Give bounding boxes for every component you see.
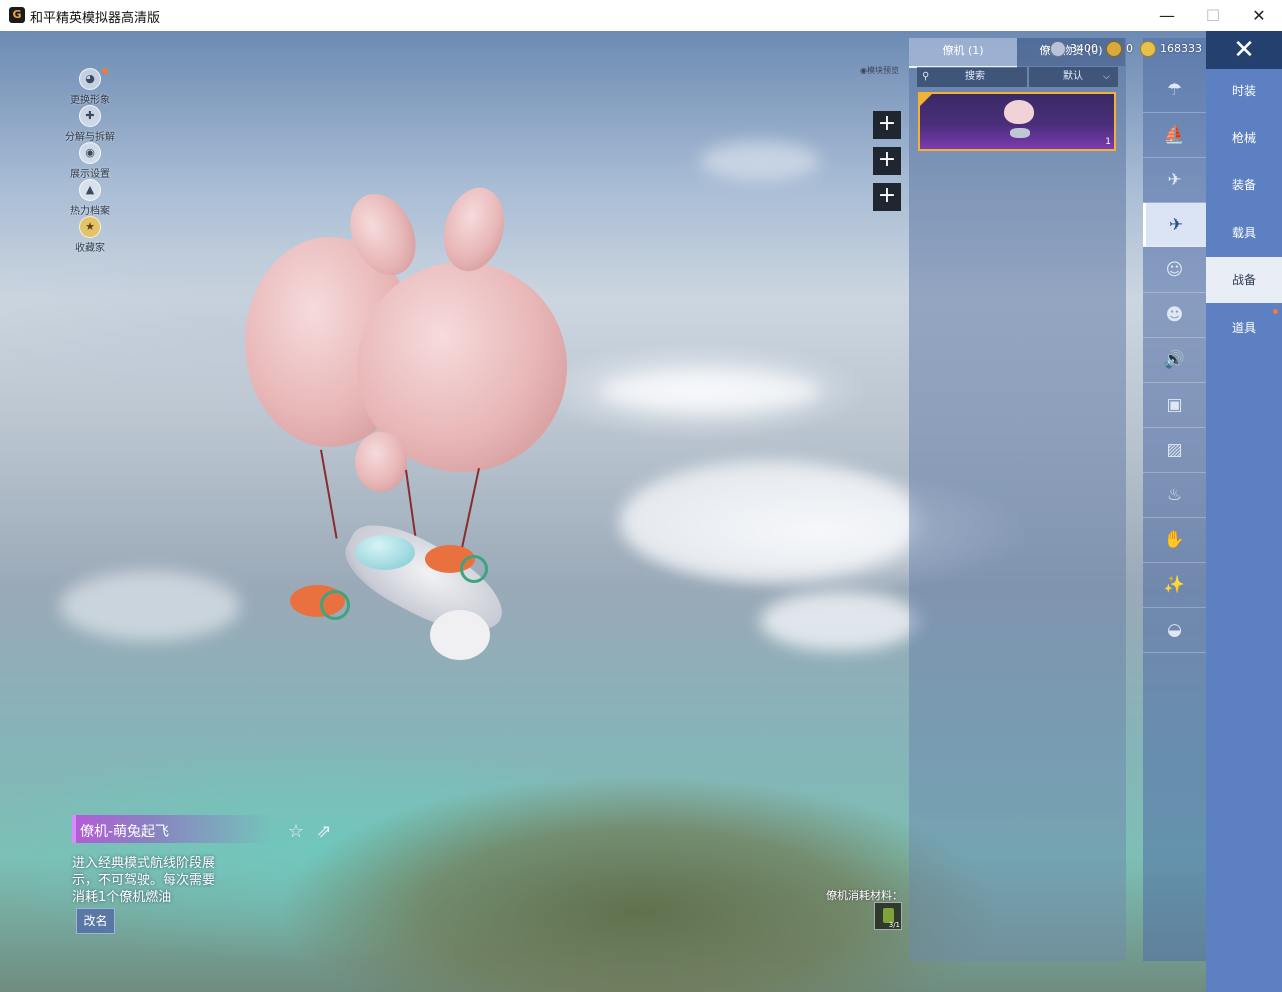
wingman-fuel-item[interactable]: 3/1 [874, 902, 902, 930]
preview-slot-add-button[interactable]: + [873, 183, 901, 211]
maximize-button[interactable]: ☐ [1190, 0, 1236, 31]
notification-dot [1273, 309, 1278, 314]
item-thumbnail [1004, 100, 1034, 124]
flame-icon: ▲ [79, 179, 101, 201]
search-input[interactable]: ⚲ 搜索 [917, 67, 1027, 87]
favorite-star-icon[interactable]: ☆ [285, 821, 307, 843]
chevron-down-icon: ⌵ [1103, 72, 1110, 82]
sort-selected: 默认 [1063, 71, 1083, 82]
gold-badge-icon [1106, 41, 1122, 57]
left-menu-change-avatar[interactable]: ◕ 更换形象 [58, 68, 122, 106]
cloud [700, 141, 820, 181]
close-window-button[interactable]: ✕ [1236, 0, 1282, 31]
currency-bar: 3400 0 168333 [1050, 40, 1206, 58]
fuel-count: 3/1 [888, 921, 900, 929]
item-description: 进入经典模式航线阶段展示，不可驾驶。每次需要消耗1个僚机燃油 [72, 856, 216, 905]
app-icon: G [9, 7, 25, 23]
item-list-panel [909, 38, 1126, 961]
tab-wingman[interactable]: 僚机 (1) [909, 38, 1017, 68]
speaker-icon[interactable]: 🔊 [1143, 338, 1206, 383]
left-menu-label: 展示设置 [70, 169, 110, 180]
item-card-bunny-wingman[interactable]: 1 [918, 92, 1116, 151]
cloud [620, 461, 920, 581]
hand-icon[interactable]: ✋ [1143, 518, 1206, 563]
preview-label: ◉模块预览 [860, 66, 899, 75]
avatar-icon: ◕ [79, 68, 101, 90]
drone-icon[interactable]: ✈ [1143, 158, 1206, 203]
moon-coin-icon [1050, 41, 1066, 57]
category-fashion[interactable]: 时装 [1206, 68, 1282, 114]
search-placeholder: 搜索 [965, 71, 985, 82]
currency-value: 3400 [1070, 42, 1098, 55]
preview-slot-add-button[interactable]: + [873, 147, 901, 175]
category-vehicles[interactable]: 载具 [1206, 210, 1282, 256]
item-thumbnail-plane [1010, 128, 1030, 138]
item-count: 1 [1105, 137, 1111, 147]
left-menu-decompose[interactable]: ✚ 分解与拆解 [58, 105, 122, 143]
left-menu-label: 收藏家 [75, 243, 105, 254]
cloud [760, 591, 920, 651]
mailbox-icon[interactable]: ▣ [1143, 383, 1206, 428]
picture-icon[interactable]: ▨ [1143, 428, 1206, 473]
item-name: 僚机-萌兔起飞 [80, 824, 170, 840]
minimize-button[interactable]: — [1144, 0, 1190, 31]
window-title: 和平精英模拟器高清版 [30, 11, 161, 26]
category-combat-prep[interactable]: 战备 [1206, 257, 1282, 303]
rabbit-plane-model [290, 505, 517, 670]
parachute-icon[interactable]: ☂ [1143, 68, 1206, 113]
plane-icon[interactable]: ✈ [1143, 203, 1206, 247]
currency-value: 0 [1126, 42, 1133, 55]
category-equipment[interactable]: 装备 [1206, 162, 1282, 208]
bunny-balloon-model [245, 180, 570, 497]
ufo-icon[interactable]: ◒ [1143, 608, 1206, 653]
window-titlebar: G 和平精英模拟器高清版 — ☐ ✕ [0, 0, 1282, 32]
boat-icon[interactable]: ⛵ [1143, 113, 1206, 158]
balloon-foot [355, 432, 407, 492]
coupon-coin-icon [1140, 41, 1156, 57]
currency-value: 168333 [1160, 42, 1202, 55]
category-firearms[interactable]: 枪械 [1206, 115, 1282, 161]
left-menu-label: 分解与拆解 [65, 132, 115, 143]
collector-badge-icon: ★ [79, 216, 101, 238]
notification-dot [102, 68, 108, 74]
plane-cockpit [355, 535, 415, 570]
left-menu-collector[interactable]: ★ 收藏家 [58, 216, 122, 254]
plane-bunny-face [430, 610, 490, 660]
rename-button[interactable]: 改名 [76, 908, 115, 934]
preview-slot-add-button[interactable]: + [873, 111, 901, 139]
equipped-check-icon [920, 94, 932, 106]
search-row: ⚲ 搜索 默认 ⌵ [917, 67, 1118, 87]
cloud [600, 371, 820, 411]
sort-dropdown[interactable]: 默认 ⌵ [1029, 67, 1118, 87]
emote-face-icon[interactable]: ☺ [1143, 248, 1206, 293]
category-items[interactable]: 道具 [1206, 305, 1282, 351]
left-menu-display-settings[interactable]: ◉ 展示设置 [58, 142, 122, 180]
consume-material-label: 僚机消耗材料： [826, 889, 903, 902]
left-menu-label: 热力档案 [70, 206, 110, 217]
robot-icon[interactable]: ☻ [1143, 293, 1206, 338]
cloud [60, 571, 240, 641]
decompose-icon: ✚ [79, 105, 101, 127]
search-icon: ⚲ [922, 71, 930, 82]
close-icon[interactable]: ✕ [1206, 31, 1282, 69]
extinguisher-icon[interactable]: ♨ [1143, 473, 1206, 518]
sparkle-wand-icon[interactable]: ✨ [1143, 563, 1206, 608]
share-icon[interactable]: ⇗ [313, 821, 335, 843]
propeller-left [320, 590, 350, 620]
left-menu-label: 更换形象 [70, 95, 110, 106]
left-menu-heat-archive[interactable]: ▲ 热力档案 [58, 179, 122, 217]
propeller-right [460, 555, 488, 583]
eye-icon: ◉ [79, 142, 101, 164]
